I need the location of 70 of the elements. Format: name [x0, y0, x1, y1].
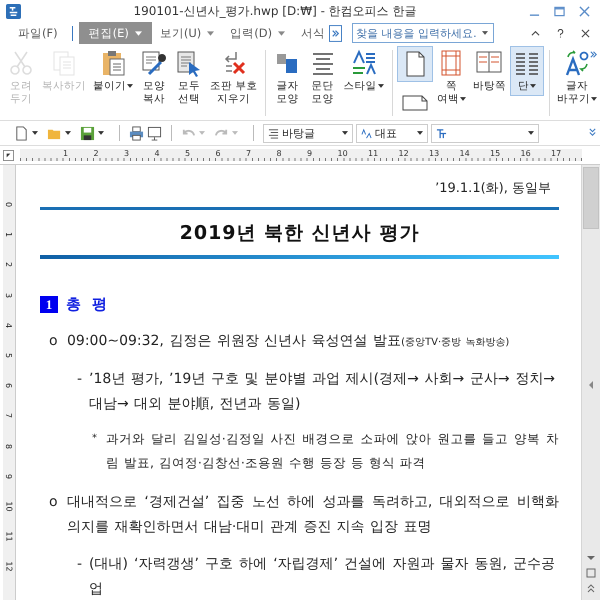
monitor-icon[interactable]: [147, 126, 162, 140]
caret-icon: [127, 84, 133, 88]
double-chevron-icon[interactable]: [329, 24, 342, 42]
paragraph-lines-icon: [268, 128, 279, 138]
ribbon-button[interactable]: 바탕쪽: [470, 46, 509, 96]
paragraph: 과거와 달리 김일성·김정일 사진 배경으로 소파에 앉아 원고를 들고 양복 차림 발표, 김여정·김창선·조용원 수행 등장 등 형식 파격: [106, 430, 559, 472]
vertical-ruler: 0 1 2 3 4 5 6 7 8 9 10 11 12: [3, 165, 16, 600]
paragraph: (대내) ‘자력갱생’ 구호 하에 ‘자립경제’ 건설에 자원과 물자 동원, 군수공업: [89, 555, 555, 599]
caret-icon[interactable]: [65, 131, 71, 135]
eyedropper-icon: [140, 49, 168, 77]
horizontal-ruler: 1 2 3 4 5 6 7 8 9 10 11 12 13 14 15 16 17: [20, 149, 582, 161]
square-icon[interactable]: [585, 567, 597, 579]
ribbon-button[interactable]: 단: [510, 46, 544, 96]
app-icon: [6, 4, 21, 18]
ribbon-button[interactable]: 글자 모양: [270, 46, 305, 109]
ribbon-button[interactable]: 붙이기: [90, 46, 136, 96]
ribbon-button[interactable]: 스타일: [340, 46, 387, 96]
double-up-arrow-icon[interactable]: [585, 582, 597, 594]
caret-icon: [207, 30, 214, 36]
left-arrow-icon[interactable]: [587, 379, 595, 391]
ruler-corner-icon[interactable]: [3, 150, 14, 160]
caret-icon: [460, 97, 466, 102]
close-icon[interactable]: [581, 28, 590, 38]
ribbon-button[interactable]: 모두 선택: [172, 46, 206, 109]
search-field[interactable]: 찾을 내용을 입력하세요.: [352, 23, 494, 43]
date-line: ’19.1.1(화), 동일부: [434, 180, 552, 197]
bullet-marker: o: [49, 493, 59, 512]
printer-icon[interactable]: [129, 126, 144, 140]
ribbon-button[interactable]: 문단 모양: [306, 46, 340, 109]
scrollbar-thumb[interactable]: [583, 167, 599, 229]
document-title: 2019년 북한 신년사 평가: [178, 221, 420, 246]
menu-tab[interactable]: 입력(D): [222, 22, 294, 44]
caret-icon[interactable]: [32, 131, 38, 135]
caret-icon[interactable]: [98, 131, 104, 135]
section-number: 1: [40, 296, 58, 313]
new-document-icon[interactable]: [14, 126, 29, 140]
caret-icon: [482, 31, 488, 35]
ribbon-button[interactable]: 조판 부호 지우기: [207, 46, 260, 109]
vertical-scrollbar[interactable]: [581, 165, 600, 600]
paragraph: 대내적으로 ‘경제건설’ 집중 노선 하에 성과를 독려하고, 대외적으로 비핵화 의지를 재확인하면서 대남·대미 관계 증진 지속 입장 표명: [67, 493, 559, 537]
menu-tab[interactable]: 보기(U): [152, 22, 222, 44]
bullet-marker: *: [92, 432, 98, 446]
bullet-marker: -: [77, 555, 84, 574]
caret-icon: [378, 84, 384, 88]
caret-icon: [530, 84, 536, 88]
window-title: 190101-신년사_평가.hwp [D:₩] - 한컴오피스 한글: [132, 2, 418, 20]
ribbon-button[interactable]: [396, 46, 433, 82]
language-dropdown[interactable]: 대표: [356, 124, 428, 142]
font-icon: [436, 128, 447, 138]
collapse-icon[interactable]: [531, 28, 540, 38]
style-dropdown[interactable]: 바탕글: [263, 124, 353, 142]
caret-icon: [591, 97, 597, 102]
help-icon[interactable]: [556, 28, 565, 38]
paragraph: ’18년 평가, ’19년 구호 및 분야별 과업 제시(경제→ 사회→ 군사→ 정치→ 대남→ 대외 분야順, 전년과 동일): [89, 370, 555, 414]
ribbon-button[interactable]: 모양 복사: [137, 46, 171, 109]
maximize-icon[interactable]: [554, 6, 565, 16]
bullet-marker: o: [49, 332, 59, 351]
bullet-marker: -: [77, 370, 84, 389]
caret-icon: [342, 131, 348, 135]
section-heading: 총 평: [66, 295, 110, 314]
menu-tab[interactable]: 서식: [293, 22, 334, 44]
caret-icon: [278, 30, 286, 36]
menu-tab[interactable]: 파일(F): [10, 22, 66, 44]
ribbon-button[interactable]: 글자 바꾸기: [554, 46, 600, 109]
ribbon-button[interactable]: 쪽 여백: [434, 46, 469, 109]
caret-icon: [417, 131, 423, 135]
replace-arrows-icon: [563, 49, 591, 77]
paragraph: 09:00~09:32, 김정은 위원장 신년사 육성연설 발표(중앙TV·중방 녹화방송): [67, 332, 510, 351]
caret-icon: [134, 30, 142, 36]
caret-icon: [528, 131, 534, 135]
